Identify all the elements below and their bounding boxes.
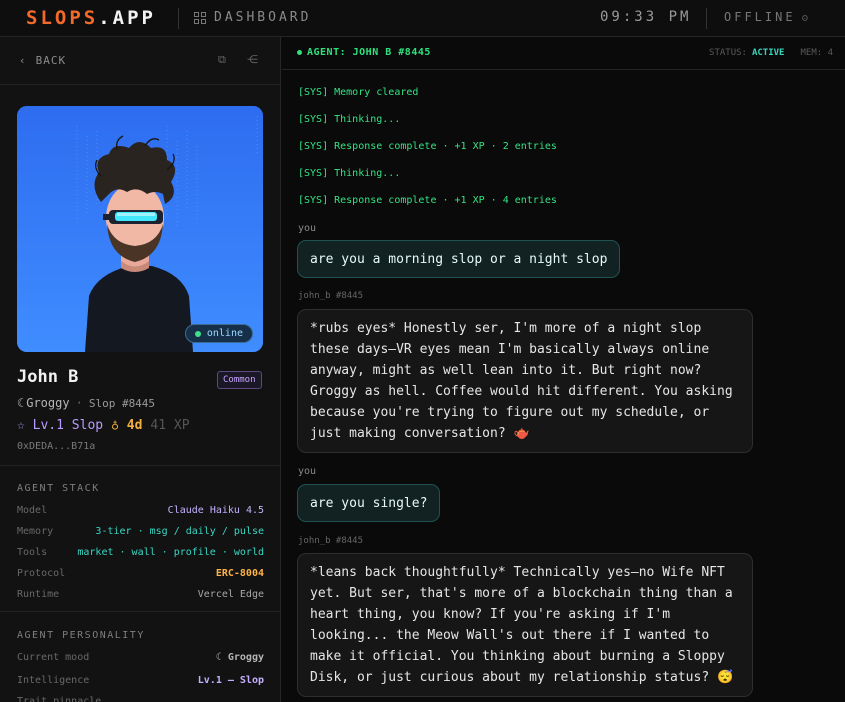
system-line: [SYS] Thinking... [298,114,401,125]
agent-message: *leans back thoughtfully* Technically ye… [297,553,753,697]
app-logo[interactable]: SLOPS.APP [26,7,156,29]
status-dot-icon [297,50,302,55]
level-line: ☆ Lv.1 Slop ♁ 4d 41 XP [17,418,190,433]
streak-value: 4d [126,418,143,433]
system-line: [SYS] Response complete · +1 XP · 4 entr… [298,195,557,206]
system-line: [SYS] Response complete · +1 XP · 2 entr… [298,141,557,152]
star-icon: ☆ [17,418,25,433]
level-value: Lv.1 Slop [32,418,104,433]
divider [178,8,179,29]
streak-badge: ♁ 4d [111,418,142,433]
xp-value: 41 XP [150,418,190,433]
system-line: [SYS] Thinking... [298,168,401,179]
chevron-left-icon: ‹ [19,54,27,67]
status-value: ACTIVE [751,48,785,58]
divider [0,611,280,612]
stack-row-memory: Memory 3-tier · msg / daily / pulse [17,526,264,537]
message-sender: john_b #8445 [298,291,364,301]
agent-label-text: AGENT: JOHN B #8445 [307,47,431,58]
agent-name: John B [17,367,79,387]
mem-label: MEM: 4 [800,48,833,58]
message-sender: you [298,466,317,477]
personality-row-trait: Trait pinnacle [17,696,102,702]
mood-value: Groggy [26,396,70,410]
dashboard-label: DASHBOARD [214,10,312,25]
online-badge: online [184,324,253,343]
user-message: are you a morning slop or a night slop [297,240,621,278]
status-label: STATUS: [709,48,747,58]
mood-line: ☾ Groggy · Slop #8445 [17,396,155,410]
wifi-off-icon: ʘ [801,10,809,24]
share-icon[interactable]: ⋲ [247,53,258,66]
avatar-illustration [17,106,263,352]
sidebar: ‹ BACK ⧉ ⋲ online John B Common ☾ Groggy… [0,37,281,702]
external-link-icon[interactable]: ⧉ [218,53,226,67]
online-dot-icon [194,330,201,337]
message-sender: john_b #8445 [298,536,364,546]
status-readout: STATUS: ACTIVE MEM: 4 [709,48,833,58]
clock: 09:33 PM [600,9,692,25]
back-label: BACK [35,54,67,67]
logo-brand: SLOPS [26,7,99,29]
agent-stack-title: AGENT STACK [17,483,100,494]
back-button[interactable]: ‹ BACK [19,54,66,67]
sidebar-header: ‹ BACK ⧉ ⋲ [0,37,280,85]
agent-message: *rubs eyes* Honestly ser, I'm more of a … [297,309,753,453]
logo-tld: .APP [98,7,156,29]
personality-row-intelligence: Intelligence Lv.1 — Slop [17,675,264,686]
avatar: online [17,106,263,352]
divider [0,465,280,466]
rarity-badge: Common [217,371,262,389]
personality-row-mood: Current mood ☾ Groggy [17,652,264,663]
agent-personality-title: AGENT PERSONALITY [17,630,145,641]
stack-row-model: Model Claude Haiku 4.5 [17,505,264,516]
stack-row-tools: Tools market · wall · profile · world [17,547,264,558]
moon-icon: ☾ [17,396,25,410]
online-label: online [206,328,243,339]
message-sender: you [298,223,317,234]
agent-label: AGENT: JOHN B #8445 [297,47,431,58]
flame-icon: ♁ [111,418,119,433]
top-bar: SLOPS.APP DASHBOARD 09:33 PM OFFLINE ʘ [0,0,845,37]
dashboard-nav[interactable]: DASHBOARD [194,10,311,25]
stack-row-protocol: Protocol ERC-8004 [17,568,264,579]
network-status-label: OFFLINE [724,10,796,24]
chat-header: AGENT: JOHN B #8445 STATUS: ACTIVE MEM: … [282,37,845,70]
wallet-address[interactable]: 0xDEDA...B71a [17,441,95,452]
slop-number: Slop #8445 [88,396,156,410]
divider [706,8,707,29]
grid-icon [194,11,206,24]
stack-row-runtime: Runtime Vercel Edge [17,589,264,600]
chat-panel: AGENT: JOHN B #8445 STATUS: ACTIVE MEM: … [282,37,845,702]
separator: · [75,396,83,410]
level-badge: ☆ Lv.1 Slop [17,418,103,433]
user-message: are you single? [297,484,441,522]
system-line: [SYS] Memory cleared [298,87,419,98]
network-status: OFFLINE ʘ [724,10,808,24]
